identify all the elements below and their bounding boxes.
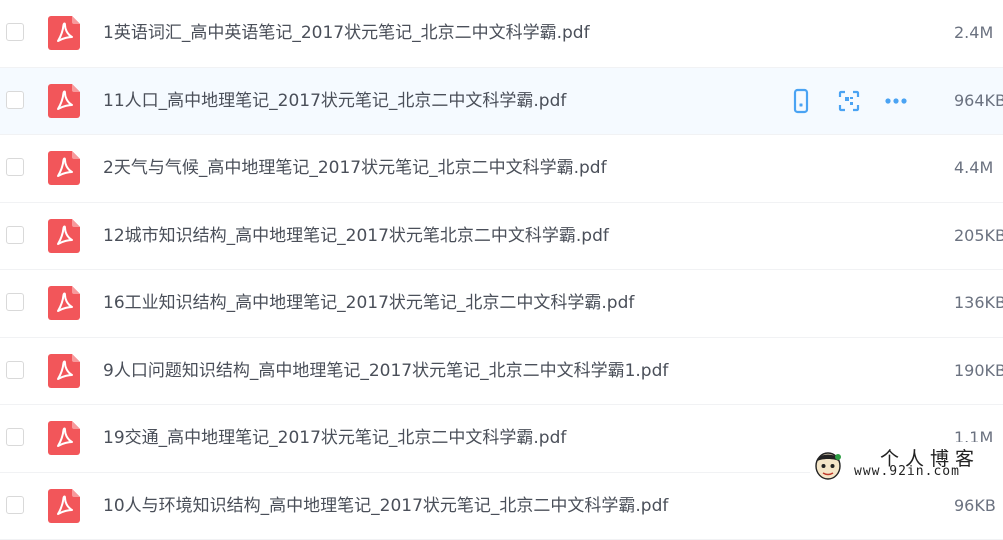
file-row[interactable]: 1英语词汇_高中英语笔记_2017状元笔记_北京二中文科学霸.pdf 2.4M: [0, 0, 1003, 68]
file-size: 205KB: [954, 225, 1003, 247]
file-size: 2.4M: [954, 22, 993, 44]
row-checkbox[interactable]: [6, 496, 24, 514]
pdf-file-icon: [48, 354, 80, 388]
row-checkbox[interactable]: [6, 158, 24, 176]
pdf-file-icon: [48, 421, 80, 455]
file-row[interactable]: 2天气与气候_高中地理笔记_2017状元笔记_北京二中文科学霸.pdf 4.4M: [0, 135, 1003, 203]
site-watermark: 个人博客 www.92in.com: [810, 442, 1003, 486]
file-size: 964KB: [954, 90, 1003, 112]
file-name[interactable]: 19交通_高中地理笔记_2017状元笔记_北京二中文科学霸.pdf: [103, 427, 566, 449]
file-row[interactable]: 12城市知识结构_高中地理笔记_2017状元笔北京二中文科学霸.pdf 205K…: [0, 203, 1003, 271]
pdf-file-icon: [48, 489, 80, 523]
watermark-url: www.92in.com: [854, 464, 960, 479]
row-checkbox[interactable]: [6, 293, 24, 311]
file-name[interactable]: 12城市知识结构_高中地理笔记_2017状元笔北京二中文科学霸.pdf: [103, 225, 609, 247]
file-name[interactable]: 2天气与气候_高中地理笔记_2017状元笔记_北京二中文科学霸.pdf: [103, 157, 607, 179]
file-row[interactable]: 11人口_高中地理笔记_2017状元笔记_北京二中文科学霸.pdf 964KB: [0, 68, 1003, 136]
row-checkbox[interactable]: [6, 428, 24, 446]
file-name[interactable]: 1英语词汇_高中英语笔记_2017状元笔记_北京二中文科学霸.pdf: [103, 22, 590, 44]
file-size: 96KB: [954, 495, 996, 517]
phone-icon[interactable]: [788, 88, 814, 114]
row-checkbox[interactable]: [6, 23, 24, 41]
file-size: 136KB: [954, 292, 1003, 314]
pdf-file-icon: [48, 286, 80, 320]
file-row[interactable]: 9人口问题知识结构_高中地理笔记_2017状元笔记_北京二中文科学霸1.pdf …: [0, 338, 1003, 406]
pdf-file-icon: [48, 16, 80, 50]
row-checkbox[interactable]: [6, 91, 24, 109]
row-checkbox[interactable]: [6, 226, 24, 244]
pdf-file-icon: [48, 219, 80, 253]
file-size: 4.4M: [954, 157, 993, 179]
file-size: 190KB: [954, 360, 1003, 382]
file-name[interactable]: 10人与环境知识结构_高中地理笔记_2017状元笔记_北京二中文科学霸.pdf: [103, 495, 668, 517]
pdf-file-icon: [48, 84, 80, 118]
file-name[interactable]: 11人口_高中地理笔记_2017状元笔记_北京二中文科学霸.pdf: [103, 90, 566, 112]
file-name[interactable]: 16工业知识结构_高中地理笔记_2017状元笔记_北京二中文科学霸.pdf: [103, 292, 634, 314]
file-name[interactable]: 9人口问题知识结构_高中地理笔记_2017状元笔记_北京二中文科学霸1.pdf: [103, 360, 668, 382]
pdf-file-icon: [48, 151, 80, 185]
row-checkbox[interactable]: [6, 361, 24, 379]
more-icon[interactable]: [883, 88, 909, 114]
file-row[interactable]: 16工业知识结构_高中地理笔记_2017状元笔记_北京二中文科学霸.pdf 13…: [0, 270, 1003, 338]
cartoon-avatar-icon: [812, 448, 844, 482]
scan-icon[interactable]: [836, 88, 862, 114]
